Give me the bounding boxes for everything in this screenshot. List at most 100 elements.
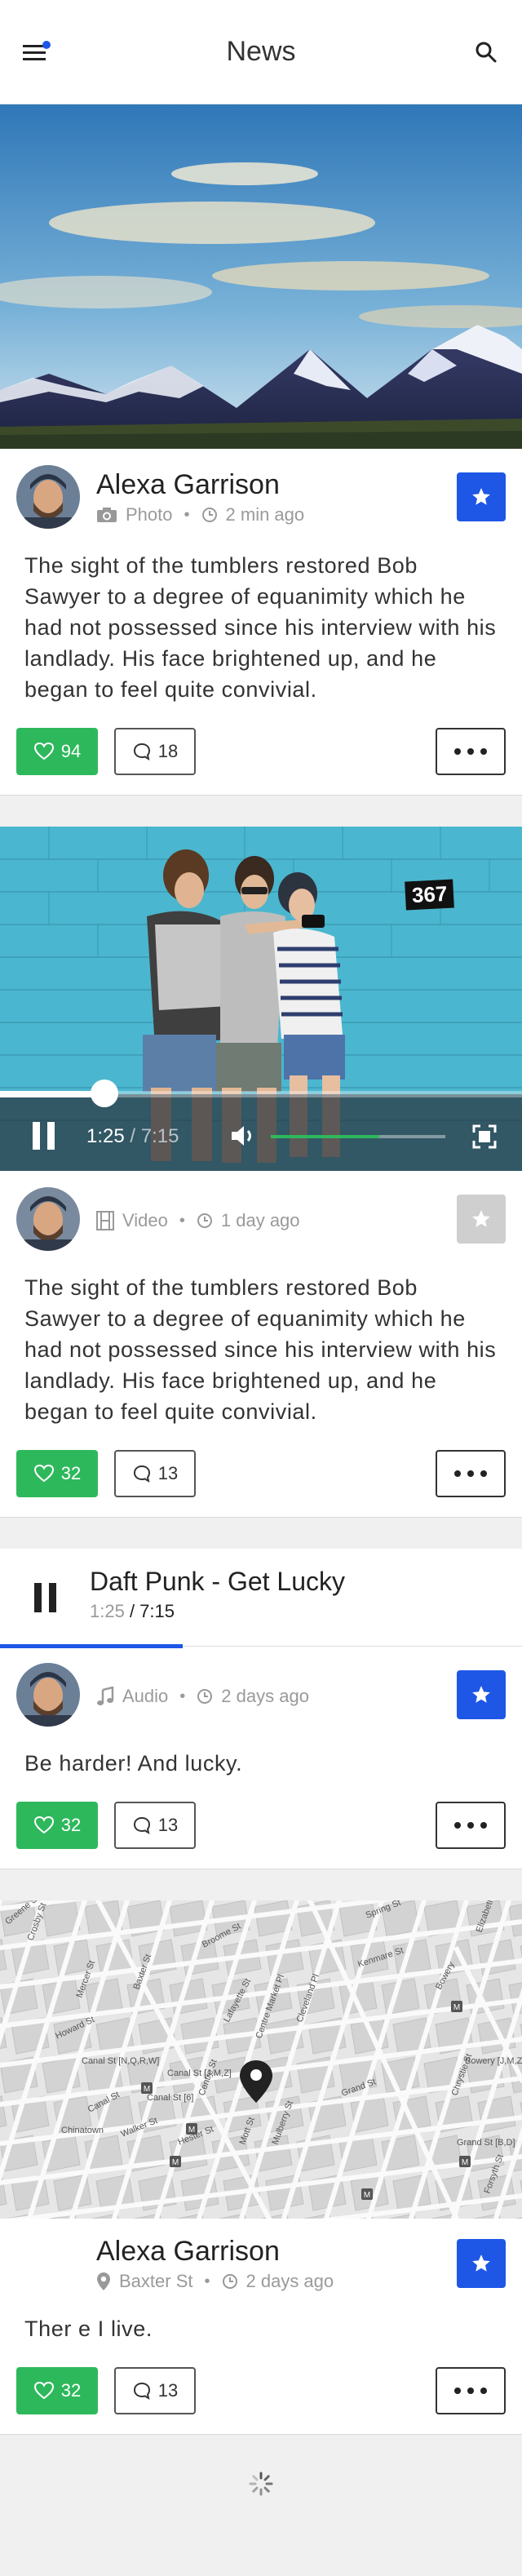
pause-button[interactable] <box>33 1122 57 1150</box>
feed-gap <box>0 1869 522 1900</box>
meta-separator: • <box>179 1687 186 1705</box>
more-button[interactable] <box>436 1450 506 1497</box>
more-icon <box>454 2388 487 2394</box>
post-type: Audio <box>122 1686 169 1706</box>
post-header: Alexa Garrison Photo • 2 min ago <box>0 449 522 529</box>
post-actions: 32 13 <box>0 1427 522 1517</box>
search-icon <box>476 42 497 62</box>
post-actions: 32 13 <box>0 2344 522 2434</box>
favorite-button[interactable] <box>457 472 506 521</box>
volume-button[interactable] <box>230 1124 258 1152</box>
star-icon <box>472 1210 490 1227</box>
map-label: Chinatown <box>61 2126 104 2135</box>
comment-count: 18 <box>157 741 179 761</box>
feed-gap <box>0 796 522 827</box>
post-photo[interactable] <box>0 104 522 449</box>
avatar[interactable] <box>16 465 80 529</box>
avatar-image <box>16 1663 80 1727</box>
map-label: Grand St [B,D] <box>457 2138 515 2148</box>
track-title: Daft Punk - Get Lucky <box>90 1567 346 1596</box>
author-name[interactable]: Alexa Garrison <box>96 2235 506 2268</box>
favorite-button[interactable] <box>457 1670 506 1719</box>
like-button[interactable]: 32 <box>16 2367 98 2414</box>
favorite-button[interactable] <box>457 2239 506 2288</box>
clock-icon <box>197 1689 213 1704</box>
post-card-photo: Alexa Garrison Photo • 2 min ago The sig… <box>0 104 522 796</box>
comment-button[interactable]: 18 <box>114 728 196 775</box>
video-current-time: 1:25 <box>86 1125 125 1147</box>
map-label: Canal St [6] <box>147 2093 193 2103</box>
camera-icon <box>97 508 117 522</box>
svg-text:M: M <box>453 2003 460 2012</box>
comment-icon <box>133 1816 150 1835</box>
avatar[interactable] <box>16 1187 80 1251</box>
map-label: Bowery [J,M,Z] <box>465 2056 522 2066</box>
track-time: 1:25 / 7:15 <box>90 1601 175 1622</box>
volume-level <box>271 1135 379 1138</box>
comment-button[interactable]: 13 <box>114 1450 196 1497</box>
post-time: 1 day ago <box>220 1210 300 1230</box>
track-total-time: / 7:15 <box>129 1601 175 1621</box>
fullscreen-button[interactable] <box>471 1124 498 1154</box>
like-button[interactable]: 32 <box>16 1450 98 1497</box>
metro-icon: M <box>141 2082 153 2094</box>
video-time: 1:25 / 7:15 <box>86 1125 179 1148</box>
metro-icon: M <box>361 2188 373 2200</box>
map-view[interactable]: Broome St Spring St Kenmare St Bowery Elizab… <box>0 1900 522 2219</box>
svg-text:M: M <box>144 2085 150 2094</box>
post-header: Video • 1 day ago <box>0 1171 522 1251</box>
post-meta: Audio • 2 days ago <box>96 1686 506 1707</box>
loading-indicator <box>0 2435 522 2533</box>
comment-count: 13 <box>157 2380 179 2401</box>
metro-icon: M <box>170 2156 181 2167</box>
favorite-button[interactable] <box>457 1195 506 1244</box>
music-icon <box>97 1687 114 1705</box>
heart-icon <box>33 1816 54 1834</box>
search-button[interactable] <box>471 38 501 67</box>
like-button[interactable]: 94 <box>16 728 98 775</box>
star-icon <box>472 2255 490 2272</box>
author-name[interactable]: Alexa Garrison <box>96 468 506 501</box>
video-progress-handle[interactable] <box>91 1080 118 1107</box>
avatar-image <box>16 1187 80 1251</box>
svg-text:M: M <box>364 2191 370 2200</box>
menu-button[interactable] <box>21 38 51 67</box>
more-icon <box>454 1470 487 1477</box>
pause-icon <box>47 1122 55 1150</box>
comment-button[interactable]: 13 <box>114 1802 196 1849</box>
metro-icon: M <box>186 2123 197 2135</box>
more-button[interactable] <box>436 2367 506 2414</box>
post-location[interactable]: Baxter St <box>119 2271 192 2292</box>
map-label: Canal St [J,M,Z] <box>167 2068 232 2078</box>
comment-button[interactable]: 13 <box>114 2367 196 2414</box>
like-button[interactable]: 32 <box>16 1802 98 1849</box>
clock-icon <box>201 508 217 522</box>
video-player[interactable]: 367 1:25 / 7:15 <box>0 827 522 1171</box>
track-current-time: 1:25 <box>90 1601 125 1621</box>
more-button[interactable] <box>436 728 506 775</box>
author-info: Audio • 2 days ago <box>96 1683 506 1707</box>
post-actions: 94 18 <box>0 705 522 795</box>
volume-slider[interactable] <box>271 1135 445 1138</box>
post-text: The sight of the tumblers restored Bob S… <box>24 553 497 702</box>
post-type: Video <box>122 1210 168 1230</box>
video-controls: 1:25 / 7:15 <box>0 1080 522 1171</box>
avatar[interactable] <box>16 1663 80 1727</box>
more-icon <box>454 1822 487 1829</box>
heart-icon <box>33 1464 54 1483</box>
audio-pause-button[interactable] <box>34 1583 59 1612</box>
more-button[interactable] <box>436 1802 506 1849</box>
author-info: Alexa Garrison Photo • 2 min ago <box>96 468 506 525</box>
meta-separator: • <box>179 1211 185 1230</box>
avatar-image <box>16 465 80 529</box>
metro-icon: M <box>451 2001 462 2012</box>
svg-text:M: M <box>188 2126 195 2135</box>
post-card-video: 367 1:25 / 7:15 Video • 1 day ago The si… <box>0 827 522 1518</box>
video-progress-track[interactable] <box>0 1080 522 1107</box>
heart-icon <box>33 742 54 760</box>
post-card-audio: Daft Punk - Get Lucky 1:25 / 7:15 Audio … <box>0 1549 522 1869</box>
location-pin-icon <box>97 2272 110 2290</box>
post-time: 2 min ago <box>225 504 305 525</box>
app-header: News <box>0 0 522 104</box>
star-icon <box>472 1686 490 1703</box>
